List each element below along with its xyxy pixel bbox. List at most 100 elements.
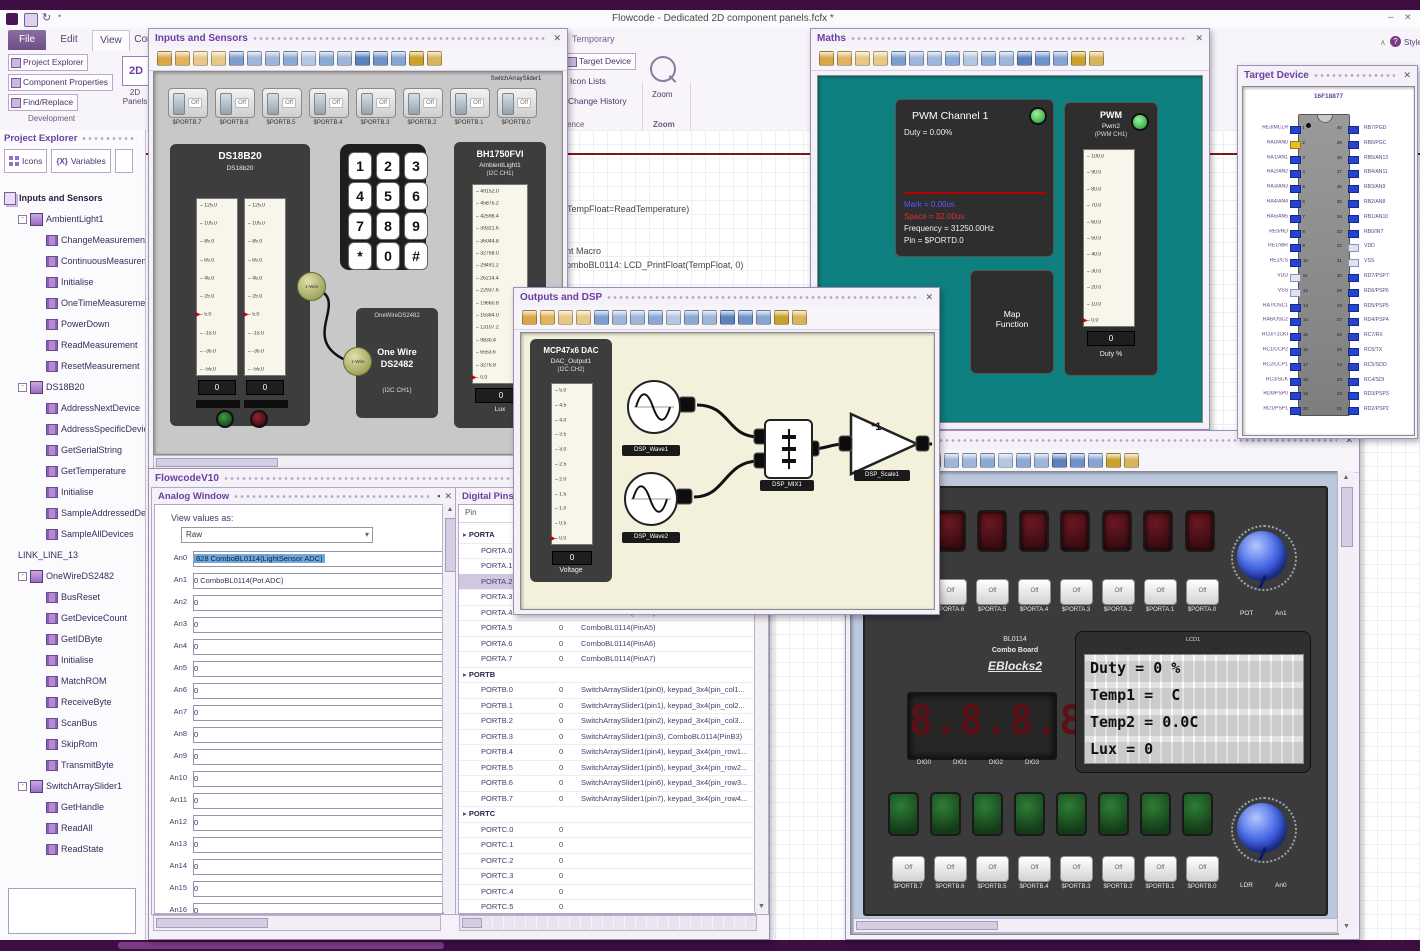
ds18b20-component[interactable]: DS18B20 DS18b20 0 0 – 125.0 – 105.0 – 85.0… <box>170 144 310 428</box>
panel-bring-to-front-icon[interactable] <box>774 310 789 325</box>
panel-undo-icon[interactable] <box>819 51 834 66</box>
toggle-switch-portb-5[interactable]: Off <box>262 88 302 118</box>
one-wire-node-2[interactable]: 1-Wire <box>343 347 372 376</box>
analog-input-an1[interactable]: 0 ComboBL0114(Pot ADC) <box>193 573 443 589</box>
analog-input-an8[interactable]: 0 <box>193 727 443 743</box>
tree-item-samplealldevices[interactable]: SampleAllDevices <box>0 524 145 544</box>
keypad-key-4[interactable]: 4 <box>348 182 372 210</box>
chip-pin-34[interactable] <box>1348 214 1359 223</box>
panel-flip-horizontal-icon[interactable] <box>337 51 352 66</box>
analog-input-an12[interactable]: 0 <box>193 815 443 831</box>
porta-button-porta-1[interactable]: Off <box>1144 579 1177 605</box>
porta-button-porta-5[interactable]: Off <box>976 579 1009 605</box>
chip-pin-6[interactable] <box>1290 200 1301 208</box>
pot-knob[interactable] <box>1231 525 1297 591</box>
chip-pin-2[interactable] <box>1290 140 1301 149</box>
chip-pin-14[interactable] <box>1290 318 1301 327</box>
inputs-sensors-window[interactable]: Inputs and Sensors ✕ SwitchArraySlider1 … <box>148 28 568 470</box>
chip-pin-39[interactable] <box>1348 140 1359 149</box>
panel-rotate-right-icon[interactable] <box>981 51 996 66</box>
switch-handle[interactable] <box>267 93 279 115</box>
digital-hscrollbar[interactable] <box>459 915 757 931</box>
digital-pin-row-porta-6[interactable]: PORTA.6 0 ComboBL0114(PinA6) <box>459 636 755 652</box>
tree-item-readstate[interactable]: ReadState <box>0 839 145 859</box>
tree-item-onewireds2482[interactable]: - OneWireDS2482 <box>0 566 145 586</box>
chip-pin-33[interactable] <box>1348 229 1359 238</box>
maths-close-icon[interactable]: ✕ <box>1195 33 1203 44</box>
panel-redo-icon[interactable] <box>837 51 852 66</box>
tree-item-resetmeasurement[interactable]: ResetMeasurement <box>0 356 145 376</box>
chip-pin-7[interactable] <box>1290 214 1301 223</box>
keypad-key-hash[interactable]: # <box>404 242 428 270</box>
toggle-switch-portb-7[interactable]: Off <box>168 88 208 118</box>
chip-pin-13[interactable] <box>1290 303 1301 312</box>
digital-pin-row-portb-6[interactable]: PORTB.6 0 SwitchArraySlider1(pin6), keypad… <box>459 775 755 792</box>
switch-handle[interactable] <box>455 93 467 115</box>
analog-input-an0[interactable]: 828 ComboBL0114(LightSensor ADC) <box>193 551 443 567</box>
chip-pin-28[interactable] <box>1348 303 1359 312</box>
digital-pin-row-portb-7[interactable]: PORTB.7 0 SwitchArraySlider1(pin7), keypad… <box>459 791 755 807</box>
tab-view[interactable]: View <box>92 30 130 51</box>
panel-redo-icon[interactable] <box>175 51 190 66</box>
toggle-switch-portb-3[interactable]: Off <box>356 88 396 118</box>
tree-item-addressspecificdevice[interactable]: AddressSpecificDevice <box>0 419 145 439</box>
component-properties-button[interactable]: Component Properties <box>8 74 114 91</box>
tree-item-matchrom[interactable]: MatchROM <box>0 671 145 691</box>
panel-delete-component-icon[interactable] <box>630 310 645 325</box>
tab-edit[interactable]: Edit <box>52 30 86 50</box>
panel-group-icon[interactable] <box>1035 51 1050 66</box>
panel-rotate-right-icon[interactable] <box>319 51 334 66</box>
chip-pin-35[interactable] <box>1348 200 1359 208</box>
analog-input-an11[interactable]: 0 <box>193 793 443 809</box>
switch-handle[interactable] <box>173 93 185 115</box>
analog-input-an16[interactable]: 0 <box>193 903 443 913</box>
switch-handle[interactable] <box>220 93 232 115</box>
panel-ungroup-icon[interactable] <box>391 51 406 66</box>
dsp-wave2-component[interactable] <box>624 472 678 526</box>
digital-pin-row-portb-2[interactable]: PORTB.2 0 SwitchArraySlider1(pin2), keypad… <box>459 713 755 730</box>
save-icon[interactable] <box>24 13 38 27</box>
digital-pin-row-portb[interactable]: ▸ PORTB <box>459 667 755 683</box>
panel-flip-horizontal-icon[interactable] <box>999 51 1014 66</box>
panel-add-component-icon[interactable] <box>229 51 244 66</box>
tree-item-receivebyte[interactable]: ReceiveByte <box>0 692 145 712</box>
digital-pin-row-porta-5[interactable]: PORTA.5 0 ComboBL0114(PinA5) <box>459 620 755 637</box>
tree-item-initialise[interactable]: Initialise <box>0 272 145 292</box>
ds18b20-slider-1[interactable]: – 125.0 – 105.0 – 85.0 – 65.0 – 45.0 – 25.0 – … <box>196 198 238 376</box>
chip-pin-1[interactable] <box>1290 126 1301 134</box>
tree-item-getidbyte[interactable]: GetIDByte <box>0 629 145 649</box>
panel-add-component-icon[interactable] <box>891 51 906 66</box>
digital-pin-row-portb-4[interactable]: PORTB.4 0 SwitchArraySlider1(pin4), keypad… <box>459 744 755 761</box>
portb-button-portb-1[interactable]: Off <box>1144 856 1177 882</box>
target-device-window[interactable]: Target Device ✕ 16F18877 1 RE3/MCLR 2 RA0/A… <box>1237 65 1418 439</box>
panel-rotate-left-icon[interactable] <box>301 51 316 66</box>
digital-pin-row-portc-4[interactable]: PORTC.4 0 <box>459 884 755 900</box>
ribbon-collapse-chevron[interactable]: ∧ <box>1380 38 1386 47</box>
minimize-button[interactable]: – <box>1388 12 1394 23</box>
chip-pin-24[interactable] <box>1348 362 1359 371</box>
keypad-3x4-component[interactable]: 1 2 3 4 5 6 7 8 9 * 0 # <box>340 144 428 270</box>
toggle-switch-portb-6[interactable]: Off <box>215 88 255 118</box>
tree-item-gethandle[interactable]: GetHandle <box>0 797 145 817</box>
digital-pin-row-portb-1[interactable]: PORTB.1 0 SwitchArraySlider1(pin1), keypad… <box>459 698 755 714</box>
panel-align-icon[interactable] <box>1017 51 1032 66</box>
panel-flip-horizontal-icon[interactable] <box>1034 453 1049 468</box>
tree-item-changemeasurementmode[interactable]: ChangeMeasurementMode <box>0 230 145 250</box>
chip-pin-16[interactable] <box>1290 348 1301 356</box>
tree-item-scanbus[interactable]: ScanBus <box>0 713 145 733</box>
digital-pin-row-porta-7[interactable]: PORTA.7 0 ComboBL0114(PinA7) <box>459 651 755 668</box>
panel-delete-component-icon[interactable] <box>962 453 977 468</box>
find-replace-button[interactable]: Find/Replace <box>8 94 79 111</box>
panel-ungroup-icon[interactable] <box>1053 51 1068 66</box>
panel-ungroup-icon[interactable] <box>1088 453 1103 468</box>
toggle-switch-portb-0[interactable]: Off <box>497 88 537 118</box>
panel-duplicate-component-icon[interactable] <box>909 51 924 66</box>
dsp-wave1-component[interactable] <box>627 380 681 434</box>
tree-expander-icon[interactable]: - <box>18 214 27 224</box>
panel-duplicate-component-icon[interactable] <box>612 310 627 325</box>
chip-pin-31[interactable] <box>1348 259 1359 268</box>
panel-send-to-back-icon[interactable] <box>1124 453 1139 468</box>
tree-expander-icon[interactable]: - <box>18 571 27 581</box>
inputs-hscrollbar[interactable] <box>153 455 563 469</box>
tree-item-readmeasurement[interactable]: ReadMeasurement <box>0 335 145 355</box>
